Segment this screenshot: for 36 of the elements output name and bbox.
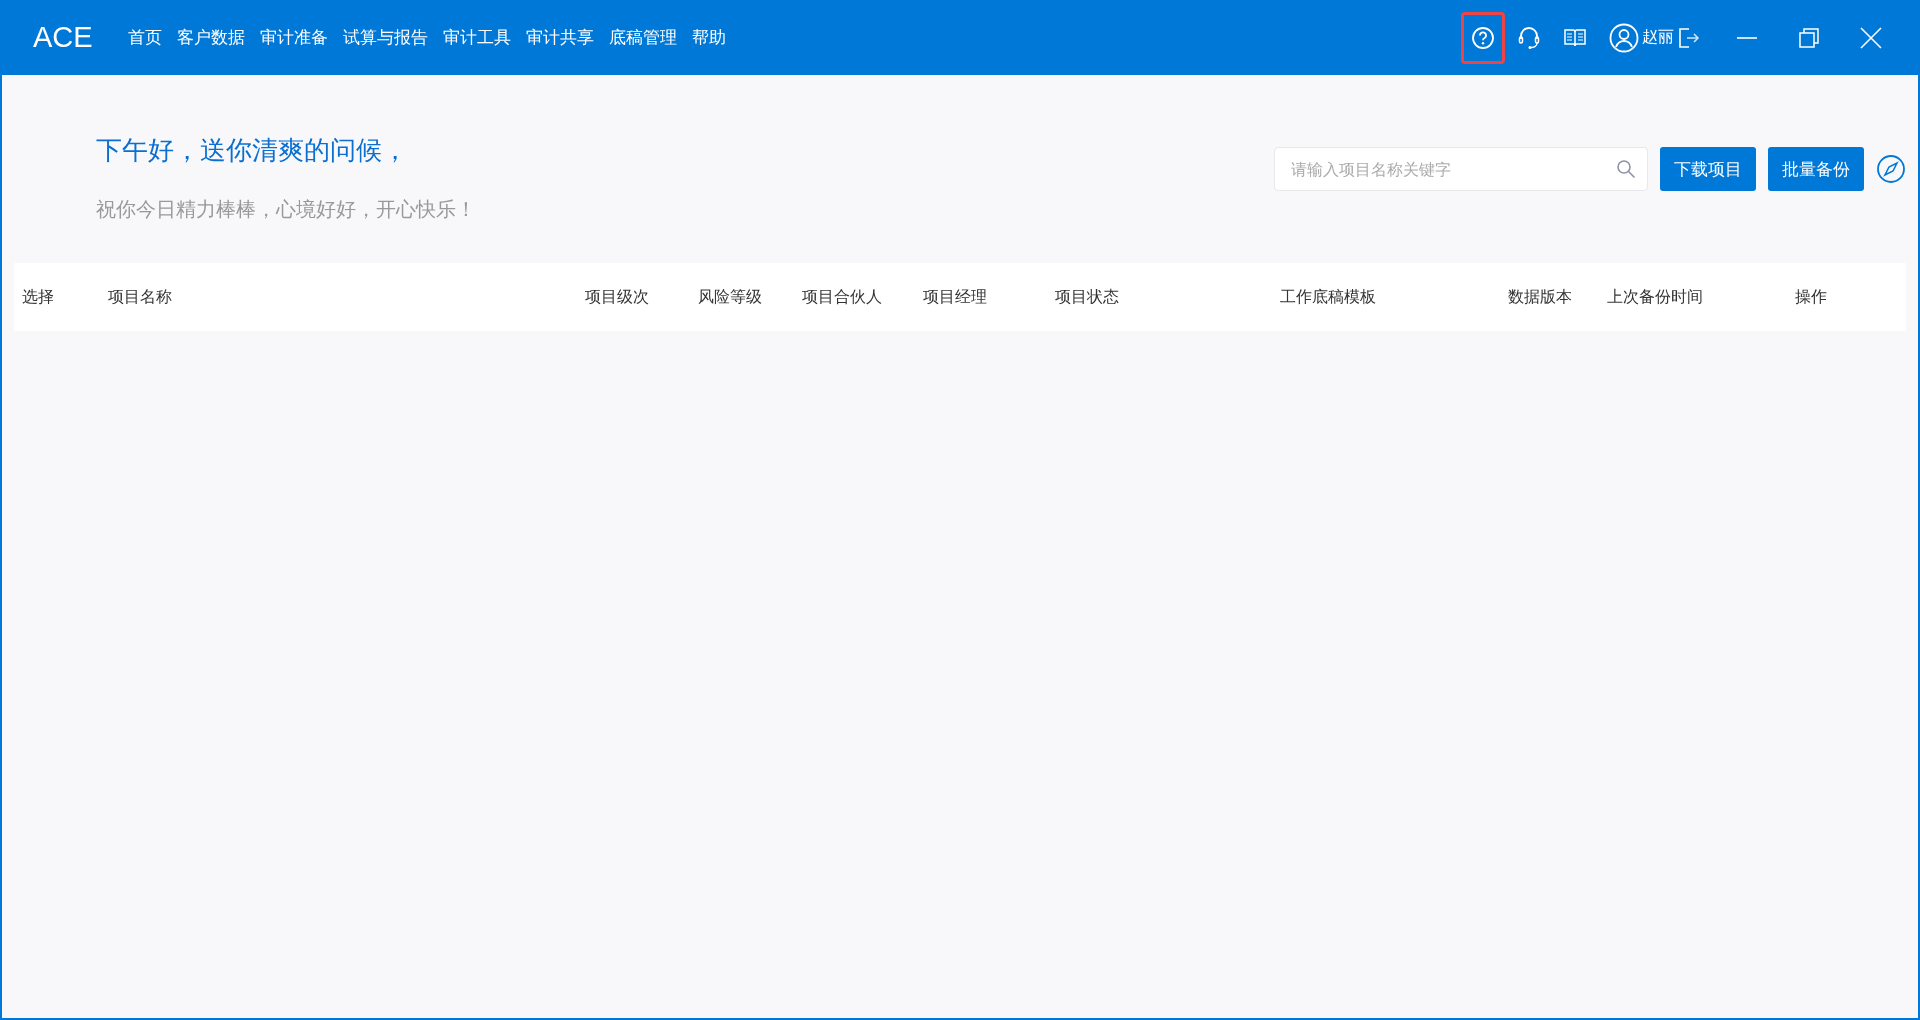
app-logo: ACE xyxy=(33,21,94,54)
menu-item[interactable]: 首页 xyxy=(128,26,162,49)
help-icon xyxy=(1471,25,1495,50)
column-header: 数据版本 xyxy=(1507,286,1573,308)
menu-item[interactable]: 帮助 xyxy=(692,26,726,49)
menu-item[interactable]: 客户数据 xyxy=(177,26,245,49)
column-header: 项目级次 xyxy=(584,286,650,308)
menu-item[interactable]: 底稿管理 xyxy=(609,26,677,49)
search-icon xyxy=(1616,159,1636,179)
search-field[interactable]: 请输入项目名称关键字 xyxy=(1274,147,1648,191)
help-button[interactable] xyxy=(1461,11,1505,64)
column-header: 项目名称 xyxy=(107,286,173,308)
column-header: 选择 xyxy=(21,286,55,308)
greeting-title: 下午好，送你清爽的问候， xyxy=(96,134,409,167)
column-header: 项目经理 xyxy=(922,286,988,308)
action-button[interactable]: 批量备份 xyxy=(1768,147,1864,191)
menu-item[interactable]: 审计工具 xyxy=(443,26,511,49)
column-header: 项目状态 xyxy=(1054,286,1120,308)
column-header: 操作 xyxy=(1794,286,1828,308)
headset-icon xyxy=(1517,24,1541,51)
greeting-subtitle: 祝你今日精力棒棒，心境好好，开心快乐！ xyxy=(96,196,476,223)
user-avatar-icon[interactable] xyxy=(1609,22,1639,53)
column-header: 工作底稿模板 xyxy=(1279,286,1377,308)
menu-item[interactable]: 审计准备 xyxy=(260,26,328,49)
close-icon[interactable] xyxy=(1860,26,1882,49)
logout-icon[interactable] xyxy=(1678,26,1700,49)
column-header: 风险等级 xyxy=(697,286,763,308)
menu-item[interactable]: 试算与报告 xyxy=(343,26,428,49)
book-icon xyxy=(1564,27,1586,48)
column-header: 项目合伙人 xyxy=(801,286,883,308)
compass-icon[interactable] xyxy=(1876,154,1906,184)
column-header: 上次备份时间 xyxy=(1606,286,1704,308)
menu-item[interactable]: 审计共享 xyxy=(526,26,594,49)
user-name: 赵丽 xyxy=(1642,27,1674,48)
action-button[interactable]: 下载项目 xyxy=(1660,147,1756,191)
restore-icon[interactable] xyxy=(1798,26,1820,49)
